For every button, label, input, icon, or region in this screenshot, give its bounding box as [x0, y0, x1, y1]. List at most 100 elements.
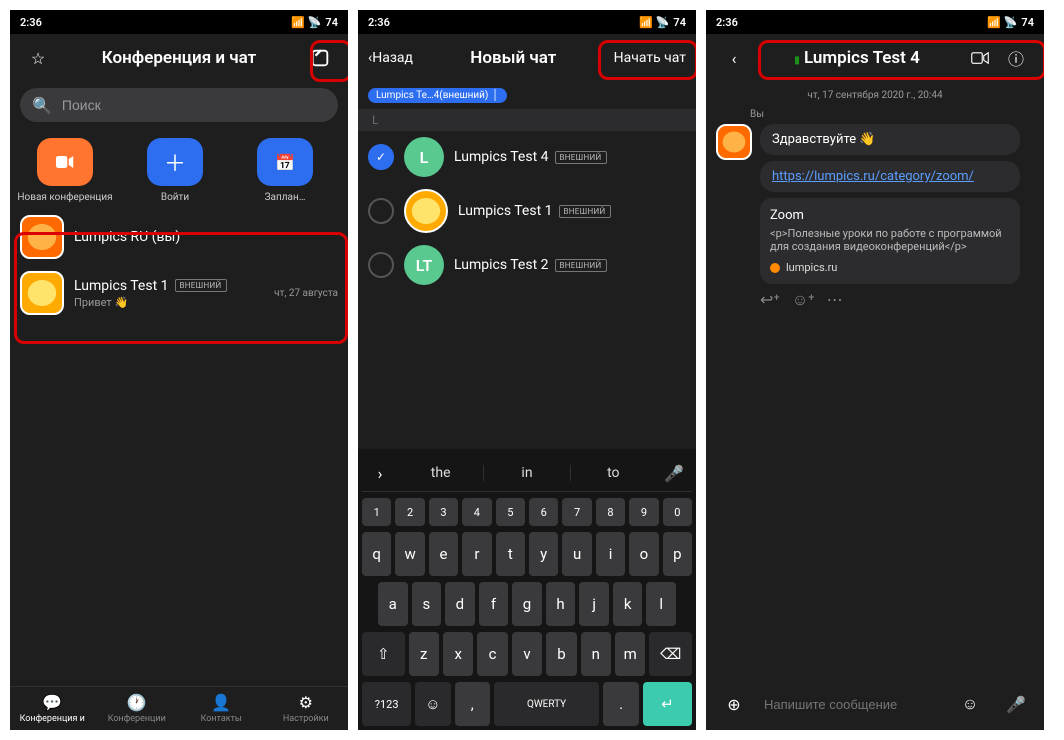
clock-icon: 🕐 — [127, 693, 147, 712]
status-icons: 📶 📡 74 — [291, 16, 338, 29]
message-input-bar: ⊕ ☺ 🎤 — [706, 678, 1044, 730]
key[interactable]: 5 — [496, 498, 525, 526]
tab-chat[interactable]: 💬Конференция и — [10, 687, 95, 730]
sender-label: Вы — [750, 109, 1044, 120]
key[interactable]: n — [581, 632, 611, 676]
key[interactable]: 0 — [663, 498, 692, 526]
search-input[interactable] — [60, 96, 326, 114]
avatar — [20, 215, 64, 259]
key[interactable]: m — [615, 632, 645, 676]
tab-meetings[interactable]: 🕐Конференции — [95, 687, 180, 730]
key[interactable]: d — [445, 582, 475, 626]
message-input[interactable] — [762, 696, 942, 713]
more-icon[interactable]: ⋯ — [827, 290, 843, 310]
key[interactable]: b — [546, 632, 576, 676]
period-key[interactable]: . — [603, 682, 638, 726]
key[interactable]: 4 — [462, 498, 491, 526]
key[interactable]: x — [443, 632, 473, 676]
reply-icon[interactable]: ↩⁺ — [760, 290, 780, 310]
key[interactable]: e — [429, 532, 458, 576]
new-meeting-button[interactable]: Новая конференция — [10, 138, 120, 203]
emoji-key[interactable]: ☺ — [415, 682, 450, 726]
key[interactable]: r — [462, 532, 491, 576]
chat-row-self[interactable]: Lumpics RU (вы) — [10, 209, 348, 265]
key[interactable]: 9 — [629, 498, 658, 526]
radio[interactable] — [368, 198, 394, 224]
contact-row[interactable]: Lumpics Test 1ВНЕШНИЙ — [358, 183, 696, 239]
emoji-icon[interactable]: ☺ — [952, 686, 988, 722]
key[interactable]: q — [362, 532, 391, 576]
video-call-icon[interactable] — [962, 40, 998, 76]
key[interactable]: 1 — [362, 498, 391, 526]
key[interactable]: l — [646, 582, 676, 626]
radio[interactable] — [368, 252, 394, 278]
key[interactable]: 7 — [562, 498, 591, 526]
key[interactable]: u — [562, 532, 591, 576]
avatar — [716, 124, 752, 160]
tab-settings[interactable]: ⚙Настройки — [264, 687, 349, 730]
tab-contacts[interactable]: 👤Контакты — [179, 687, 264, 730]
link-preview-card[interactable]: Zoom <p>Полезные уроки по работе с прогр… — [760, 198, 1020, 284]
symbols-key[interactable]: ?123 — [362, 682, 411, 726]
mic-icon[interactable]: 🎤 — [656, 455, 692, 491]
key[interactable]: y — [529, 532, 558, 576]
star-icon[interactable]: ☆ — [20, 40, 56, 76]
comma-key[interactable]: , — [455, 682, 490, 726]
screen-new-chat: 2:36 📶 📡 74 ‹ Назад Новый чат Начать чат… — [358, 10, 696, 730]
key[interactable]: v — [512, 632, 542, 676]
screen-chat-list: 2:36 📶 📡 74 ☆ Конференция и чат 🔍 Новая … — [10, 10, 348, 730]
key[interactable]: c — [477, 632, 507, 676]
add-icon[interactable]: ⊕ — [716, 686, 752, 722]
key[interactable]: i — [596, 532, 625, 576]
contact-row[interactable]: L Lumpics Test 4ВНЕШНИЙ — [358, 131, 696, 183]
space-key[interactable]: QWERTY — [494, 682, 600, 726]
suggestion[interactable]: to — [571, 465, 656, 481]
key[interactable]: 8 — [596, 498, 625, 526]
suggestion-bar: › the in to 🎤 — [362, 455, 692, 492]
key[interactable]: t — [496, 532, 525, 576]
join-button[interactable]: ＋ Войти — [120, 138, 230, 203]
chevron-icon[interactable]: › — [362, 455, 398, 491]
compose-icon[interactable] — [302, 40, 338, 76]
key[interactable]: o — [629, 532, 658, 576]
contact-row[interactable]: LT Lumpics Test 2ВНЕШНИЙ — [358, 239, 696, 291]
react-icon[interactable]: ☺⁺ — [792, 290, 815, 310]
key[interactable]: k — [613, 582, 643, 626]
key[interactable]: z — [409, 632, 439, 676]
key[interactable]: 3 — [429, 498, 458, 526]
key[interactable]: 6 — [529, 498, 558, 526]
screen-chat: 2:36 📶 📡 74 ‹ ▮ Lumpics Test 4 ⓘ чт, 17 … — [706, 10, 1044, 730]
key[interactable]: 2 — [395, 498, 424, 526]
key[interactable]: g — [512, 582, 542, 626]
contacts-icon: 👤 — [211, 693, 231, 712]
key[interactable]: a — [378, 582, 408, 626]
suggestion[interactable]: the — [398, 465, 484, 481]
info-icon[interactable]: ⓘ — [998, 40, 1034, 76]
keyboard: › the in to 🎤 1234567890 qwertyuiop asdf… — [358, 449, 696, 730]
link[interactable]: https://lumpics.ru/category/zoom/ — [772, 169, 974, 184]
backspace-key[interactable]: ⌫ — [649, 632, 692, 676]
suggestion[interactable]: in — [484, 465, 570, 481]
key[interactable]: s — [412, 582, 442, 626]
shift-key[interactable]: ⇧ — [362, 632, 405, 676]
clock: 2:36 — [20, 16, 42, 29]
chat-row[interactable]: Lumpics Test 1ВНЕШНИЙ Привет 👋 чт, 27 ав… — [10, 265, 348, 321]
schedule-button[interactable]: 📅 Заплан… — [230, 138, 340, 203]
mic-icon[interactable]: 🎤 — [998, 686, 1034, 722]
key[interactable]: p — [663, 532, 692, 576]
key[interactable]: w — [395, 532, 424, 576]
header: ‹ ▮ Lumpics Test 4 ⓘ — [706, 34, 1044, 82]
key[interactable]: j — [579, 582, 609, 626]
radio-checked[interactable] — [368, 144, 394, 170]
back-icon[interactable]: ‹ — [716, 40, 752, 76]
message-bubble: https://lumpics.ru/category/zoom/ — [760, 161, 1020, 192]
header: ☆ Конференция и чат — [10, 34, 348, 82]
selected-contact-chip[interactable]: Lumpics Te…4(внешний)│ — [368, 88, 507, 103]
enter-key[interactable]: ↵ — [643, 682, 692, 726]
key[interactable]: h — [546, 582, 576, 626]
key[interactable]: f — [479, 582, 509, 626]
search-bar[interactable]: 🔍 — [20, 88, 338, 122]
close-icon[interactable]: │ — [492, 90, 498, 101]
start-chat-button[interactable]: Начать чат — [614, 40, 686, 76]
back-button[interactable]: ‹ Назад — [368, 40, 413, 76]
